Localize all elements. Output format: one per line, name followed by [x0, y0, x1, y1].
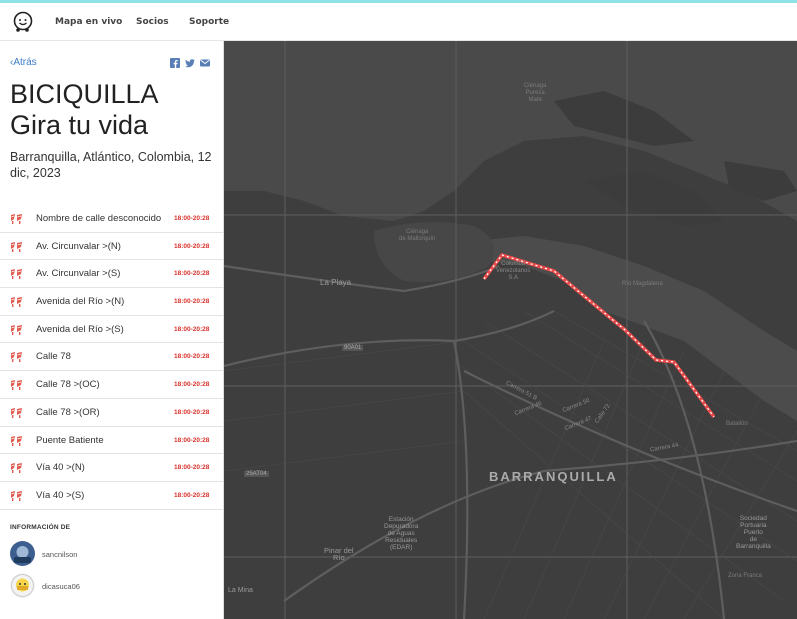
- street-closure-item[interactable]: Calle 78 18:00-20:28: [0, 343, 223, 372]
- road-closed-icon: [11, 269, 22, 280]
- street-name: Calle 78 >(OR): [36, 406, 100, 418]
- street-closure-item[interactable]: Puente Batiente 18:00-20:28: [0, 427, 223, 455]
- street-name: Vía 40 >(S): [36, 489, 85, 501]
- road-closed-icon: [11, 241, 22, 252]
- map-label-zona-franca: Zona Franca: [728, 573, 763, 579]
- street-closure-item[interactable]: Nombre de calle desconocido 18:00-20:28: [0, 205, 223, 233]
- closure-time: 18:00-20:28: [174, 242, 210, 250]
- closure-time: 18:00-20:28: [174, 464, 210, 472]
- street-closure-item[interactable]: Vía 40 >(S) 18:00-20:28: [0, 482, 223, 510]
- facebook-icon[interactable]: [170, 58, 180, 68]
- map-label-la-playa: La Playa: [320, 278, 352, 287]
- map-city-label: BARRANQUILLA: [489, 469, 618, 484]
- nav-live-map[interactable]: Mapa en vivo: [55, 17, 122, 27]
- street-name: Av. Circunvalar >(N): [36, 240, 121, 252]
- closure-time: 18:00-20:28: [174, 408, 210, 416]
- street-name: Vía 40 >(N): [36, 462, 85, 474]
- map-canvas[interactable]: [224, 41, 797, 619]
- event-title-line1: BICIQUILLA: [10, 79, 159, 109]
- street-closure-item[interactable]: Av. Circunvalar >(N) 18:00-20:28: [0, 233, 223, 261]
- map-label-colombo: Colombo Venezolanos S.A: [496, 261, 531, 281]
- street-name: Avenida del Río >(S): [36, 323, 124, 335]
- street-name: Calle 78: [36, 351, 71, 363]
- nav-support[interactable]: Soporte: [189, 17, 229, 27]
- road-closed-icon: [11, 214, 22, 224]
- street-closure-item[interactable]: Avenida del Río >(N) 18:00-20:28: [0, 288, 223, 316]
- road-closed-icon: [11, 407, 22, 418]
- closure-time: 18:00-20:28: [174, 298, 210, 306]
- road-closed-icon: [11, 324, 22, 335]
- avatar: [10, 541, 35, 566]
- closure-time: 18:00-20:28: [174, 353, 210, 361]
- road-closed-icon: [11, 463, 22, 474]
- email-icon[interactable]: [200, 58, 210, 68]
- twitter-icon[interactable]: [185, 58, 195, 68]
- closure-time: 18:00-20:28: [174, 270, 210, 278]
- back-label[interactable]: Atrás: [13, 57, 36, 68]
- street-closure-item[interactable]: Vía 40 >(N) 18:00-20:28: [0, 454, 223, 482]
- map-road-25at04: 25AT04: [244, 471, 269, 477]
- map-label-batallon: Batallón: [726, 421, 748, 427]
- closure-time: 18:00-20:28: [174, 381, 210, 389]
- map-label-sociedad: Sociedad Portuaria Puerto de Barranquill…: [736, 515, 771, 550]
- avatar: [10, 573, 35, 598]
- street-name: Calle 78 >(OC): [36, 379, 100, 391]
- live-map[interactable]: Ciénaga Pureza Mate Ciénaga de Mallorquí…: [224, 41, 797, 619]
- street-closure-item[interactable]: Calle 78 >(OR) 18:00-20:28: [0, 399, 223, 427]
- waze-logo-icon[interactable]: [12, 11, 34, 33]
- street-name: Puente Batiente: [36, 434, 104, 446]
- map-label-rio-magdalena: Río Magdalena: [622, 281, 663, 287]
- closure-time: 18:00-20:28: [174, 215, 210, 222]
- street-name: Av. Circunvalar >(S): [36, 268, 121, 280]
- top-bar: Mapa en vivo Socios Soporte: [0, 0, 797, 41]
- map-road-90a01: 90A01: [342, 345, 364, 351]
- contributor-name[interactable]: sancnilson: [42, 550, 77, 559]
- street-closure-item[interactable]: Calle 78 >(OC) 18:00-20:28: [0, 371, 223, 399]
- map-label-la-mina: La Mina: [228, 587, 253, 594]
- street-name: Nombre de calle desconocido: [36, 213, 162, 224]
- nav-partners[interactable]: Socios: [136, 17, 169, 27]
- contributor-item[interactable]: sancnilson: [10, 541, 210, 567]
- map-label-cienaga-pureza: Ciénaga Pureza Mate: [524, 83, 547, 103]
- road-closed-icon: [11, 490, 22, 501]
- event-location-date: Barranquilla, Atlántico, Colombia, 12 di…: [10, 150, 212, 180]
- road-closed-icon: [11, 297, 22, 308]
- street-name: Avenida del Río >(N): [36, 296, 125, 308]
- info-heading: INFORMACIÓN DE: [10, 524, 71, 531]
- event-title-line2: Gira tu vida: [10, 110, 149, 140]
- map-label-cienaga-mallorquin: Ciénaga de Mallorquín: [399, 229, 436, 242]
- street-closures-list: Nombre de calle desconocido 18:00-20:28 Av…: [0, 205, 223, 510]
- road-closed-icon: [11, 435, 22, 446]
- map-label-pinar: Pinar del Río: [324, 546, 354, 562]
- road-closed-icon: [11, 352, 22, 363]
- closure-time: 18:00-20:28: [174, 325, 210, 333]
- closure-time: 18:00-20:28: [174, 436, 210, 444]
- road-closed-icon: [11, 380, 22, 391]
- event-sidebar: ‹Atrás BICIQUILLA Gira tu vida Barranqui…: [0, 41, 224, 619]
- contributor-name[interactable]: dicasuca06: [42, 582, 80, 591]
- back-link[interactable]: ‹Atrás: [10, 57, 37, 68]
- closure-time: 18:00-20:28: [174, 491, 210, 499]
- street-closure-item[interactable]: Av. Circunvalar >(S) 18:00-20:28: [0, 260, 223, 289]
- event-title: BICIQUILLA Gira tu vida: [10, 79, 159, 141]
- map-label-estacion: Estación Depuradora de Aguas Residuales …: [384, 516, 419, 551]
- street-closure-item[interactable]: Avenida del Río >(S) 18:00-20:28: [0, 316, 223, 344]
- contributor-item[interactable]: dicasuca06: [10, 573, 210, 599]
